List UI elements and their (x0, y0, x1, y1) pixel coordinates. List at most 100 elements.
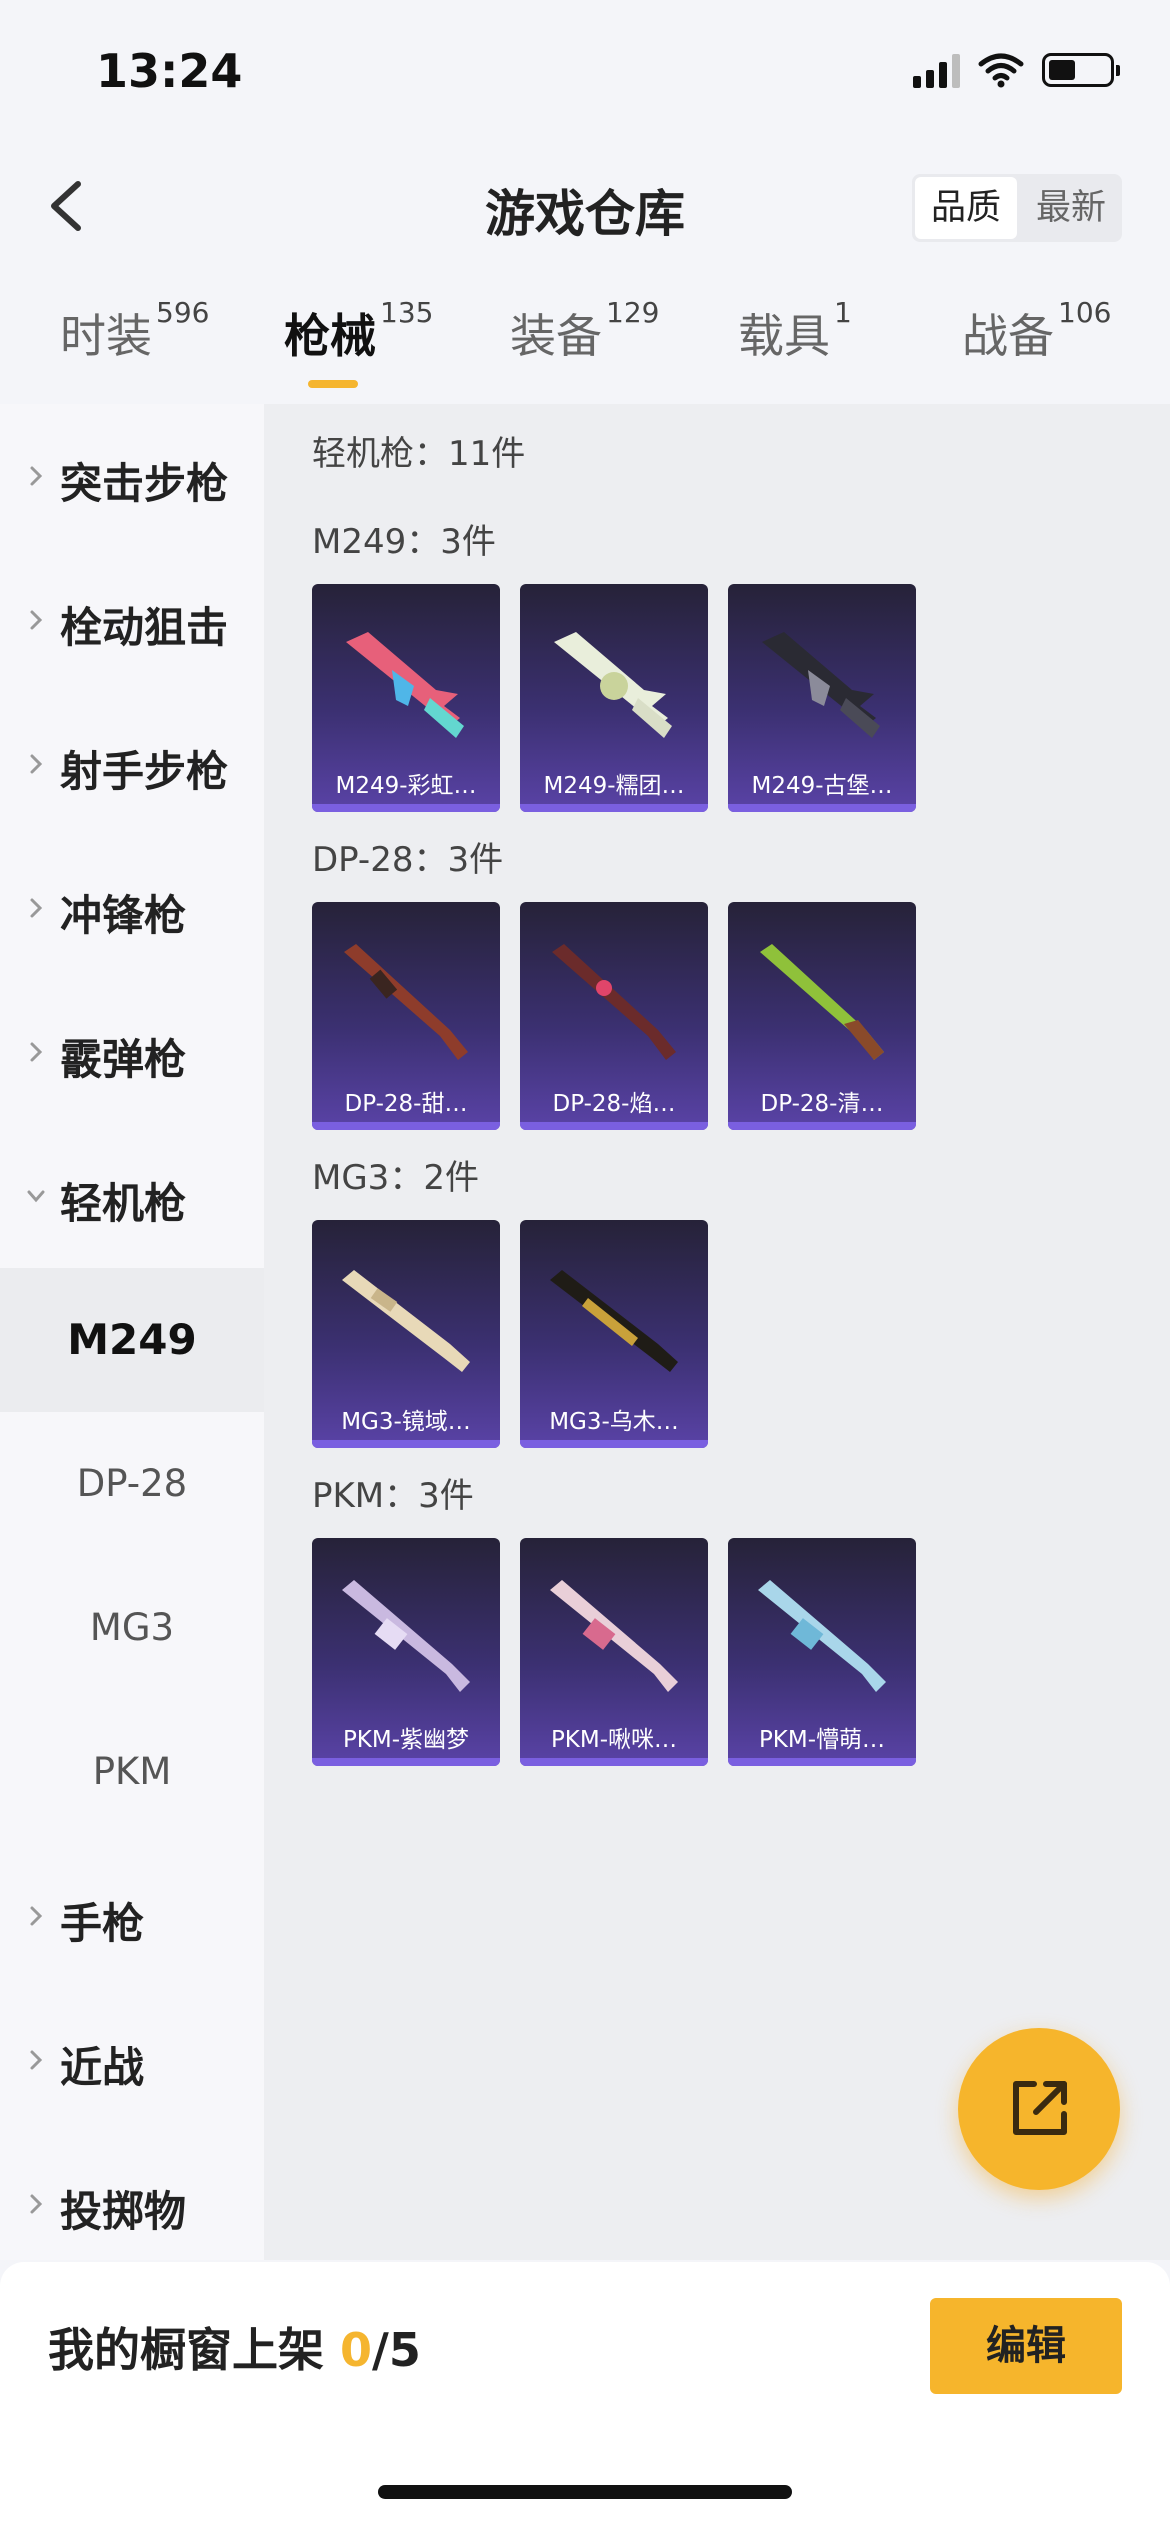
tab-equipment[interactable]: 装备 129 (510, 296, 659, 366)
chevron-down-icon (27, 1190, 45, 1203)
sidebar-subitem-mg3[interactable]: MG3 (0, 1556, 264, 1700)
dp28-gun-icon (344, 944, 468, 1060)
sidebar-subitem-m249[interactable]: M249 (0, 1268, 264, 1412)
item-card[interactable]: DP-28-甜… (312, 902, 500, 1130)
item-card[interactable]: DP-28-清… (728, 902, 916, 1130)
item-name: PKM-啾咪… (550, 1727, 678, 1753)
sort-toggle[interactable]: 品质 最新 (911, 174, 1122, 242)
tab-vehicles[interactable]: 载具 1 (738, 296, 852, 366)
sidebar-item-throwables[interactable]: 投掷物 (0, 2132, 264, 2276)
item-name: M249-糯团… (543, 773, 685, 799)
sidebar-item-label: 投掷物 (60, 2187, 187, 2236)
rarity-stripe (520, 804, 708, 812)
home-indicator (378, 2485, 792, 2499)
chevron-right-icon (30, 610, 43, 630)
tab-label: 载具 (738, 309, 830, 363)
item-name: MG3-乌木… (549, 1409, 679, 1435)
pkm-gun-icon (758, 1580, 886, 1692)
pkm-gun-icon (550, 1580, 678, 1692)
sort-latest-button[interactable]: 最新 (1020, 174, 1122, 242)
tab-count: 129 (606, 296, 660, 329)
rarity-stripe (520, 1122, 708, 1130)
wifi-icon (978, 53, 1024, 88)
item-card[interactable]: MG3-镜域… (312, 1220, 500, 1448)
item-card[interactable]: PKM-紫幽梦 (312, 1538, 500, 1766)
item-grid: 轻机枪：11件 M249：3件 M249-彩虹… M249-糯团… M249-古… (264, 404, 1170, 2260)
sidebar-item-shotgun[interactable]: 霰弹枪 (0, 980, 264, 1124)
item-name: MG3-镜域… (341, 1409, 471, 1435)
chevron-right-icon (30, 898, 43, 918)
edit-button[interactable]: 编辑 (930, 2298, 1122, 2394)
sidebar-item-label: 霰弹枪 (60, 1035, 187, 1084)
item-card[interactable]: M249-古堡… (728, 584, 916, 812)
sidebar-item-lmg[interactable]: 轻机枪 (0, 1124, 264, 1268)
sort-quality-button[interactable]: 品质 (914, 177, 1017, 239)
chevron-right-icon (30, 1042, 43, 1062)
category-tabs: 时装 596 枪械 135 装备 129 载具 1 战备 106 (0, 290, 1170, 400)
share-button[interactable] (958, 2028, 1120, 2190)
item-card[interactable]: DP-28-焰… (520, 902, 708, 1130)
rarity-stripe (728, 1758, 916, 1766)
tab-label: 装备 (510, 309, 602, 363)
rarity-stripe (520, 1440, 708, 1448)
item-card[interactable]: PKM-懵萌… (728, 1538, 916, 1766)
sidebar-item-label: 近战 (60, 2043, 145, 2092)
tab-fashion[interactable]: 时装 596 (60, 296, 209, 366)
sidebar: 突击步枪 栓动狙击 射手步枪 冲锋枪 霰弹枪 轻机枪 M249 DP-28 MG… (0, 404, 264, 2260)
header: 游戏仓库 品质 最新 (0, 150, 1170, 265)
item-name: DP-28-甜… (344, 1091, 468, 1117)
rarity-stripe (312, 1758, 500, 1766)
tab-label: 时装 (60, 309, 152, 363)
share-external-icon (1013, 2081, 1067, 2135)
item-name: PKM-紫幽梦 (342, 1727, 470, 1753)
rarity-stripe (312, 1122, 500, 1130)
tab-label: 枪械 (284, 309, 376, 363)
group-heading: M249：3件 (312, 522, 496, 562)
pkm-gun-icon (342, 1580, 470, 1692)
dp28-gun-icon (760, 944, 884, 1060)
tab-guns[interactable]: 枪械 135 (284, 296, 433, 366)
tab-count: 135 (380, 296, 434, 329)
status-bar: 13:24 (0, 0, 1170, 150)
group-heading: DP-28：3件 (312, 840, 504, 880)
item-card[interactable]: M249-彩虹… (312, 584, 500, 812)
sidebar-item-marksman-rifle[interactable]: 射手步枪 (0, 692, 264, 836)
sidebar-item-label: 轻机枪 (60, 1179, 187, 1228)
sidebar-item-label: 射手步枪 (60, 747, 229, 796)
tab-count: 596 (156, 296, 210, 329)
showcase-count: 0 (340, 2323, 373, 2377)
sidebar-item-label: 手枪 (60, 1899, 145, 1948)
sidebar-item-assault-rifle[interactable]: 突击步枪 (0, 404, 264, 548)
sidebar-item-label: 突击步枪 (60, 459, 229, 508)
chevron-right-icon (30, 1906, 43, 1926)
sidebar-subitem-dp28[interactable]: DP-28 (0, 1412, 264, 1556)
sidebar-subitem-pkm[interactable]: PKM (0, 1700, 264, 1844)
group-heading: MG3：2件 (312, 1158, 479, 1198)
sidebar-item-smg[interactable]: 冲锋枪 (0, 836, 264, 980)
sidebar-item-bolt-sniper[interactable]: 栓动狙击 (0, 548, 264, 692)
status-time: 13:24 (96, 44, 243, 98)
mg3-gun-icon (342, 1270, 470, 1372)
chevron-right-icon (30, 754, 43, 774)
tab-supplies[interactable]: 战备 106 (962, 296, 1111, 366)
category-total: 轻机枪：11件 (312, 434, 526, 474)
rarity-stripe (520, 1758, 708, 1766)
rarity-stripe (728, 804, 916, 812)
rarity-stripe (728, 1122, 916, 1130)
sidebar-item-label: 冲锋枪 (60, 891, 187, 940)
item-card[interactable]: MG3-乌木… (520, 1220, 708, 1448)
battery-icon (1042, 53, 1120, 87)
tab-indicator (308, 380, 358, 388)
tab-count: 106 (1058, 296, 1112, 329)
showcase-total: /5 (372, 2323, 421, 2377)
item-card[interactable]: PKM-啾咪… (520, 1538, 708, 1766)
showcase-status: 我的橱窗上架 0/5 (48, 2314, 421, 2380)
tab-label: 战备 (962, 309, 1054, 363)
item-name: DP-28-焰… (552, 1091, 676, 1117)
item-name: M249-古堡… (751, 773, 893, 799)
sidebar-item-melee[interactable]: 近战 (0, 1988, 264, 2132)
tab-count: 1 (834, 296, 852, 329)
m249-gun-icon (554, 632, 672, 738)
sidebar-item-pistol[interactable]: 手枪 (0, 1844, 264, 1988)
item-card[interactable]: M249-糯团… (520, 584, 708, 812)
